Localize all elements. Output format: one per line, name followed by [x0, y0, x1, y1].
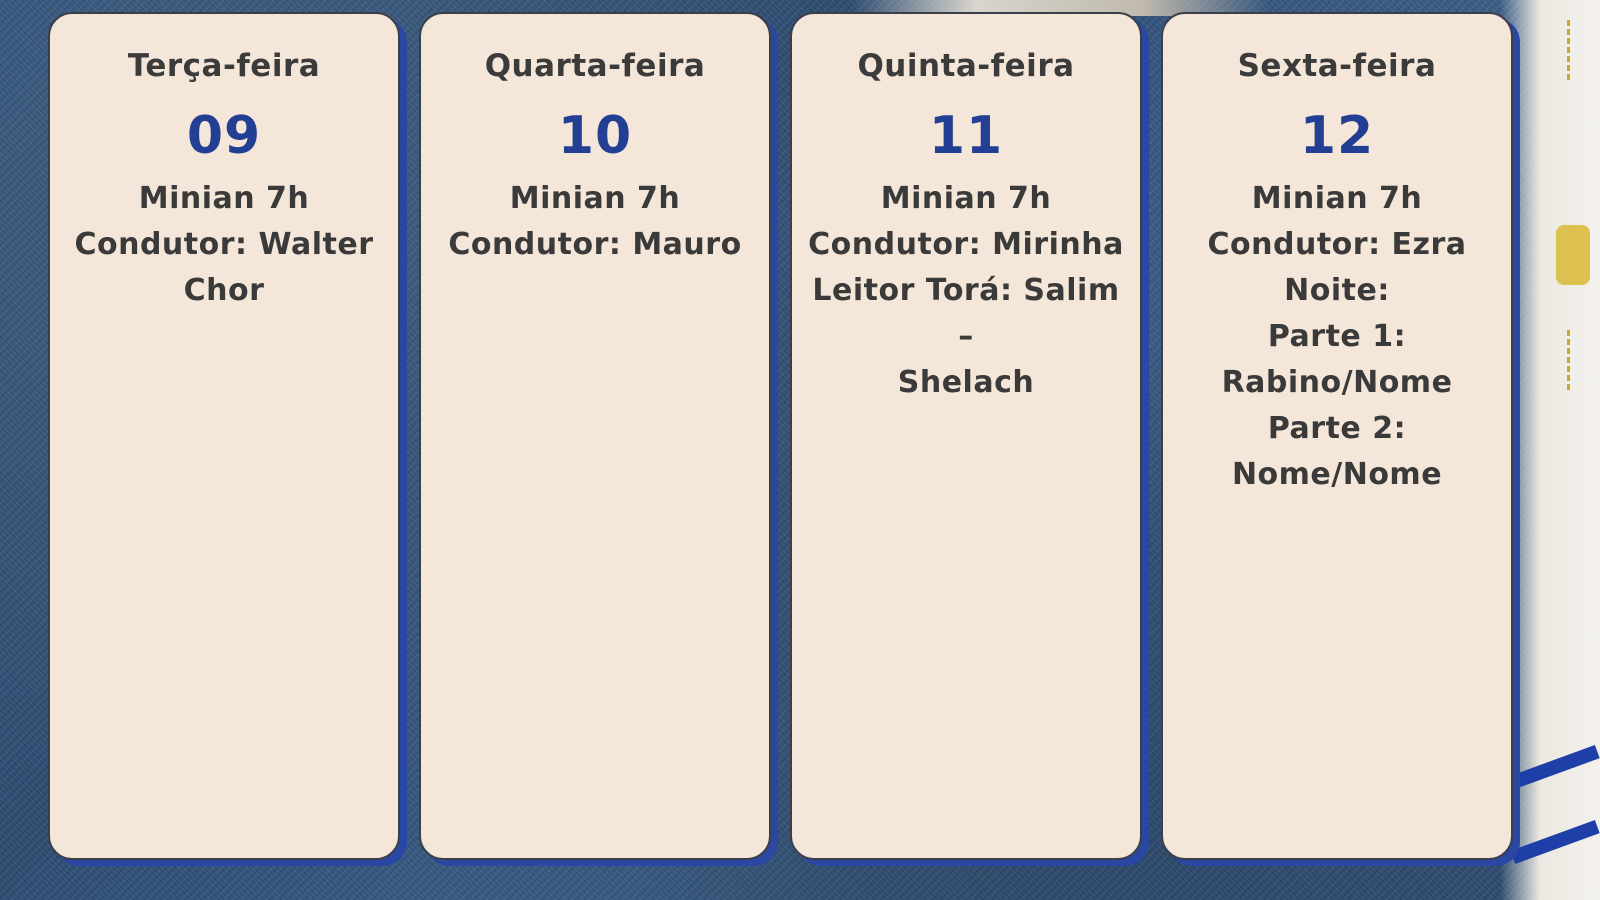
detail-line: Parte 1: [1267, 319, 1407, 354]
day-card-thursday: Quinta-feira 11 Minian 7h Condutor: Miri… [790, 12, 1142, 860]
detail-line: Shelach [897, 365, 1035, 400]
gold-embroidery [1567, 330, 1592, 390]
detail-line: Minian 7h [1251, 181, 1423, 216]
detail-line: Condutor: Ezra [1207, 227, 1467, 262]
day-number: 09 [186, 106, 262, 166]
detail-line: Noite: [1284, 273, 1390, 308]
weekly-schedule: Terça-feira 09 Minian 7h Condutor: Walte… [48, 12, 1556, 882]
day-card-friday: Sexta-feira 12 Minian 7h Condutor: Ezra … [1161, 12, 1513, 860]
day-name: Quarta-feira [484, 48, 706, 84]
detail-line: Minian 7h [138, 181, 310, 216]
detail-line: Leitor Torá: Salim – [812, 273, 1120, 354]
day-card-wednesday: Quarta-feira 10 Minian 7h Condutor: Maur… [419, 12, 771, 860]
day-name: Sexta-feira [1237, 48, 1437, 84]
gold-embroidery [1567, 20, 1592, 80]
day-number: 12 [1299, 106, 1375, 166]
day-number: 11 [928, 106, 1004, 166]
day-details: Minian 7h Condutor: Mauro [421, 176, 769, 268]
day-details: Minian 7h Condutor: Mirinha Leitor Torá:… [792, 176, 1140, 406]
detail-line: Rabino/Nome [1221, 365, 1453, 400]
day-number: 10 [557, 106, 633, 166]
day-details: Minian 7h Condutor: Ezra Noite: Parte 1:… [1163, 176, 1511, 498]
detail-line: Condutor: Walter [74, 227, 374, 262]
detail-line: Nome/Nome [1231, 457, 1443, 492]
day-details: Minian 7h Condutor: Walter Chor [50, 176, 398, 314]
detail-line: Minian 7h [509, 181, 681, 216]
detail-line: Parte 2: [1267, 411, 1407, 446]
detail-line: Condutor: Mauro [448, 227, 742, 262]
crown-emblem [1556, 225, 1590, 285]
day-name: Quinta-feira [857, 48, 1075, 84]
detail-line: Condutor: Mirinha [808, 227, 1124, 262]
detail-line: Chor [183, 273, 265, 308]
day-card-tuesday: Terça-feira 09 Minian 7h Condutor: Walte… [48, 12, 400, 860]
day-name: Terça-feira [127, 48, 321, 84]
detail-line: Minian 7h [880, 181, 1052, 216]
